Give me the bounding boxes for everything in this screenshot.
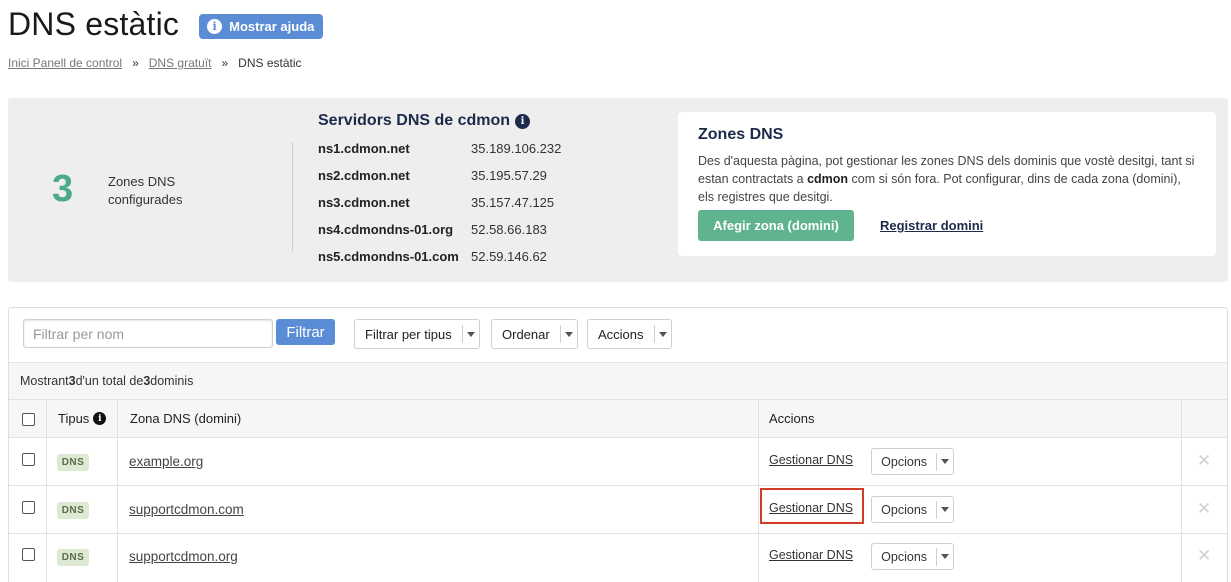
results-text: Mostrant [20,374,69,388]
delete-icon[interactable]: ✕ [1197,451,1211,471]
ns-server-name: ns3.cdmon.net [318,195,410,210]
manage-dns-link[interactable]: Gestionar DNS [769,548,853,562]
chevron-down-icon [936,500,953,519]
breadcrumb: Inici Panell de control » DNS gratuït » … [8,56,302,70]
actions-column-header: Accions [769,411,815,426]
ns-server-name: ns2.cdmon.net [318,168,410,183]
delete-icon[interactable]: ✕ [1197,499,1211,519]
zones-dns-description-brand: cdmon [807,172,849,186]
table-header: Tipus i Zona DNS (domini) Accions [9,399,1227,437]
filter-by-type-dropdown[interactable]: Filtrar per tipus [354,319,480,349]
breadcrumb-separator: » [221,56,229,70]
type-column-label: Tipus [58,411,90,426]
domain-link[interactable]: supportcdmon.org [129,549,238,564]
dns-servers-title-text: Servidors DNS de cdmon [318,112,511,129]
actions-label: Accions [598,326,644,342]
breadcrumb-separator: » [132,56,139,70]
options-dropdown[interactable]: Opcions [871,496,954,523]
zones-dns-card: Zones DNS Des d'aquesta pàgina, pot gest… [678,112,1216,256]
chevron-down-icon [559,325,577,343]
ns-server-name: ns4.cdmondns-01.org [318,222,454,237]
ns-server-ip: 52.58.66.183 [471,222,547,237]
zones-count: 3 [52,168,74,210]
table-row: DNS supportcdmon.com Gestionar DNS Opcio… [9,485,1227,533]
ns-server-row: ns4.cdmondns-01.org 52.58.66.183 [318,222,547,237]
register-domain-link[interactable]: Registrar domini [880,218,983,233]
results-text: dominis [150,374,194,388]
ns-server-ip: 52.59.146.62 [471,249,547,264]
results-shown-count: 3 [68,374,76,388]
table-row: DNS supportcdmon.org Gestionar DNS Opcio… [9,533,1227,581]
breadcrumb-current: DNS estàtic [238,56,302,70]
row-checkbox[interactable] [22,453,35,466]
manage-dns-highlight [760,488,864,524]
dns-servers-title: Servidors DNS de cdmon i [318,112,531,130]
results-total-count: 3 [143,374,151,388]
zones-dns-title: Zones DNS [698,126,784,143]
show-help-button[interactable]: i Mostrar ajuda [199,14,324,39]
ns-server-row: ns1.cdmon.net 35.189.106.232 [318,141,561,156]
row-checkbox[interactable] [22,548,35,561]
manage-dns-link[interactable]: Gestionar DNS [769,453,853,467]
domain-link[interactable]: supportcdmon.com [129,502,244,517]
divider [292,142,293,252]
zones-dns-description: Des d'aquesta pàgina, pot gestionar les … [698,152,1198,206]
sort-dropdown[interactable]: Ordenar [491,319,578,349]
summary-panel: 3 Zones DNS configurades Servidors DNS d… [8,98,1228,282]
breadcrumb-free-dns-link[interactable]: DNS gratuït [149,56,212,70]
title-row: DNS estàtic i Mostrar ajuda [8,6,324,43]
dns-type-badge: DNS [57,454,89,471]
domain-link[interactable]: example.org [129,454,203,469]
dns-type-badge: DNS [57,549,89,566]
table-row: DNS example.org Gestionar DNS Opcions ✕ [9,437,1227,485]
options-label: Opcions [881,454,928,469]
select-all-checkbox[interactable] [22,413,35,426]
options-label: Opcions [881,502,928,517]
chevron-down-icon [936,547,953,566]
sort-label: Ordenar [502,326,550,342]
delete-icon[interactable]: ✕ [1197,546,1211,566]
ns-server-name: ns1.cdmon.net [318,141,410,156]
options-dropdown[interactable]: Opcions [871,543,954,570]
ns-server-ip: 35.157.47.125 [471,195,555,210]
filter-button[interactable]: Filtrar [276,319,335,345]
page-title: DNS estàtic [8,6,180,42]
ns-server-ip: 35.195.57.29 [471,168,547,183]
results-text: d'un total de [75,374,144,388]
dns-type-badge: DNS [57,502,89,519]
options-dropdown[interactable]: Opcions [871,448,954,475]
options-label: Opcions [881,549,928,564]
zone-column-header: Zona DNS (domini) [130,411,242,426]
filter-by-name-input[interactable] [23,319,273,348]
info-icon[interactable]: i [93,412,107,425]
show-help-label: Mostrar ajuda [229,19,315,34]
row-checkbox[interactable] [22,501,35,514]
chevron-down-icon [461,325,479,343]
filter-by-type-label: Filtrar per tipus [365,326,452,342]
actions-dropdown[interactable]: Accions [587,319,672,349]
add-zone-button[interactable]: Afegir zona (domini) [698,210,854,241]
breadcrumb-home-link[interactable]: Inici Panell de control [8,56,122,70]
chevron-down-icon [936,452,953,471]
info-icon[interactable]: i [515,113,531,129]
type-column-header: Tipus i [58,411,107,426]
results-summary: Mostrant 3 d'un total de 3 dominis [9,362,1227,399]
info-icon: i [207,19,223,34]
ns-server-row: ns5.cdmondns-01.com 52.59.146.62 [318,249,547,264]
domain-list-panel: Filtrar Filtrar per tipus Ordenar Accion… [8,307,1228,582]
ns-server-row: ns3.cdmon.net 35.157.47.125 [318,195,554,210]
ns-server-ip: 35.189.106.232 [471,141,562,156]
chevron-down-icon [653,325,671,343]
ns-server-row: ns2.cdmon.net 35.195.57.29 [318,168,547,183]
zones-count-label: Zones DNS configurades [108,174,183,207]
ns-server-name: ns5.cdmondns-01.com [318,249,459,264]
